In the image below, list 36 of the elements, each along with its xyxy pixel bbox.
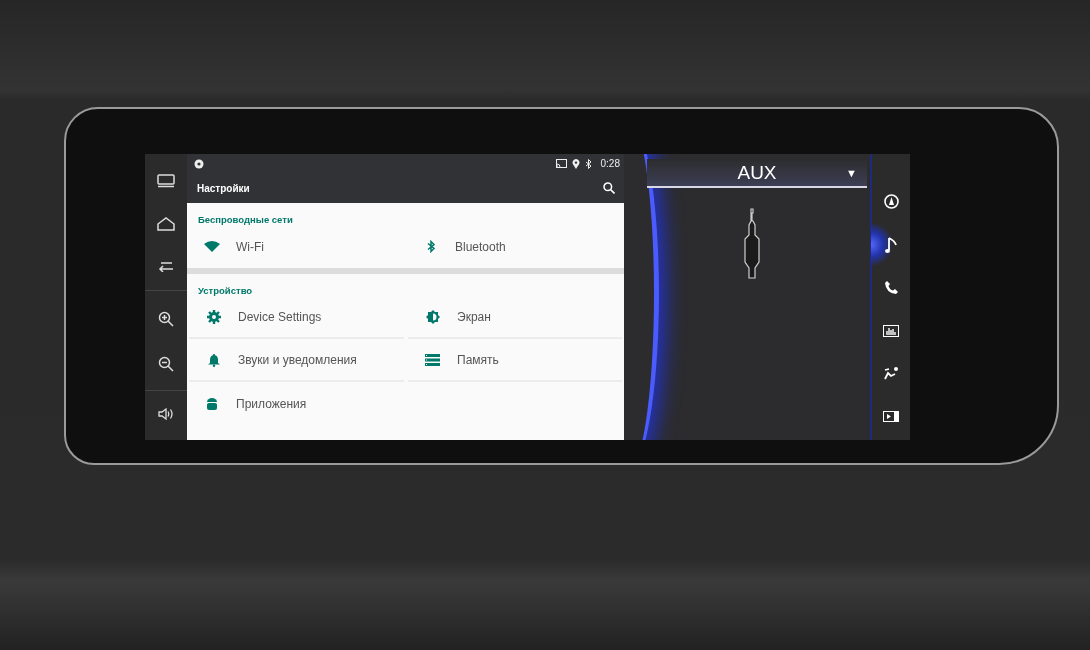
bluetooth-icon bbox=[426, 240, 435, 253]
settings-item[interactable]: Device Settings bbox=[189, 296, 404, 339]
settings-item[interactable]: Звуки и уведомления bbox=[189, 339, 404, 382]
equalizer-icon bbox=[883, 324, 899, 337]
settings-item[interactable]: Wi-Fi bbox=[187, 225, 406, 268]
brightness-icon bbox=[425, 309, 440, 324]
music-note-icon bbox=[884, 235, 898, 254]
volume-icon[interactable] bbox=[158, 407, 174, 421]
settings-item[interactable]: Приложения bbox=[187, 382, 406, 425]
settings-item[interactable]: Bluetooth bbox=[406, 225, 624, 268]
section-header: Беспроводные сети bbox=[197, 213, 294, 225]
source-selector[interactable]: AUX ▼ bbox=[647, 159, 867, 188]
recent-apps-icon[interactable] bbox=[157, 174, 175, 188]
cast-icon bbox=[555, 159, 567, 168]
location-icon bbox=[571, 158, 580, 169]
wifi-icon bbox=[203, 241, 220, 252]
zoom-out-icon[interactable] bbox=[158, 356, 174, 372]
aux-jack-drawing bbox=[741, 208, 763, 280]
gear-icon bbox=[206, 309, 221, 324]
back-icon[interactable] bbox=[158, 260, 174, 272]
seat-icon bbox=[883, 366, 899, 381]
compass-icon bbox=[883, 194, 899, 209]
settings-item[interactable]: Память bbox=[408, 339, 622, 382]
app-notification-icon bbox=[194, 158, 204, 169]
phone-icon bbox=[884, 281, 898, 294]
toolbar-title: Настройки bbox=[197, 182, 250, 194]
bluetooth-status-icon bbox=[584, 158, 592, 169]
search-icon[interactable] bbox=[603, 182, 615, 194]
status-time: 0:28 bbox=[600, 158, 620, 169]
bell-icon bbox=[207, 352, 220, 367]
settings-item[interactable]: Экран bbox=[408, 296, 622, 339]
video-icon bbox=[883, 411, 899, 422]
zoom-in-icon[interactable] bbox=[158, 311, 174, 327]
storage-icon bbox=[425, 353, 440, 366]
section-header: Устройство bbox=[197, 284, 254, 296]
home-icon[interactable] bbox=[157, 217, 175, 231]
